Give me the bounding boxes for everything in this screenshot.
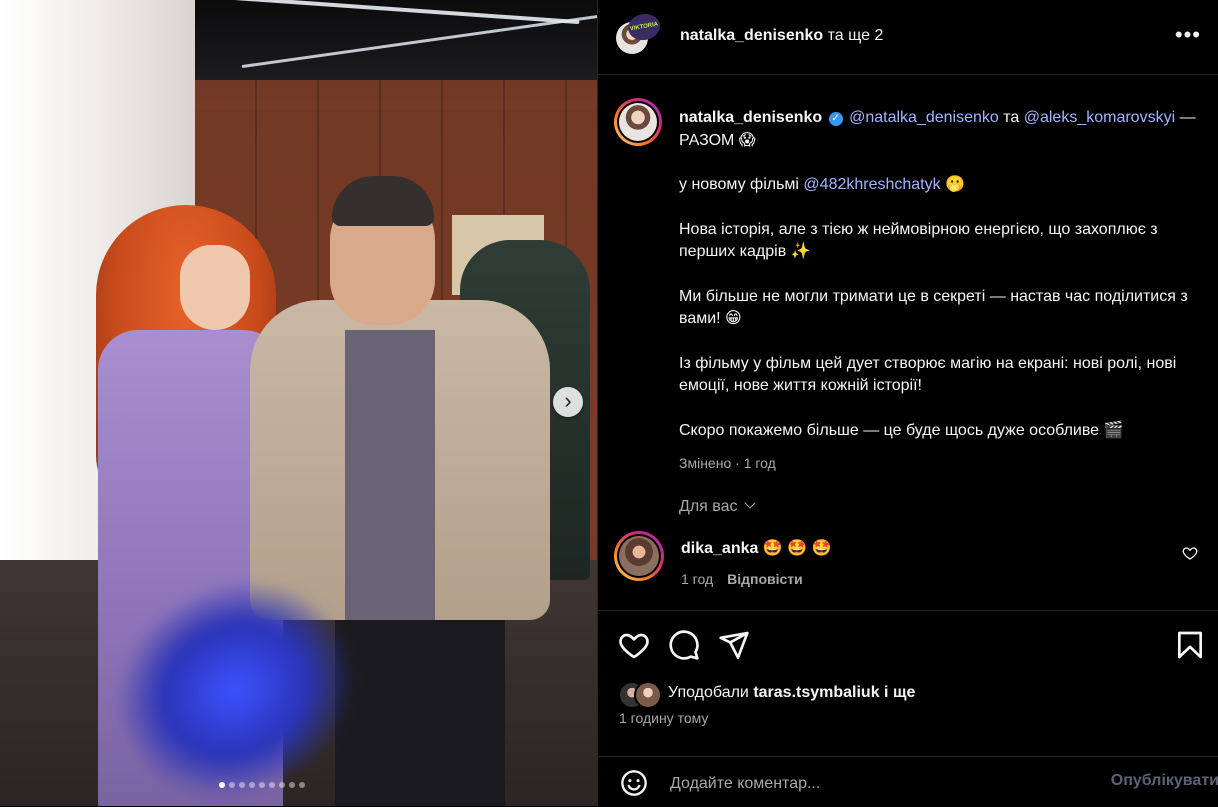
comment-age[interactable]: 1 год [681, 571, 713, 587]
comment-icon[interactable] [668, 629, 700, 661]
caption-emoji: 🫢 [945, 176, 965, 193]
caption-author-avatar[interactable] [614, 98, 662, 146]
likes-others[interactable]: і ще [884, 684, 915, 701]
chevron-down-icon [743, 497, 756, 509]
more-options-button[interactable]: ••• [1175, 22, 1201, 48]
carousel-dot [249, 782, 255, 788]
photo-man-shirt [345, 330, 435, 630]
carousel-dot [299, 782, 305, 788]
edited-label: Змінено [679, 455, 732, 471]
comment-item: dika_anka 🤩 🤩 🤩 1 год Відповісти [614, 531, 1204, 591]
post-photo[interactable]: › [0, 0, 597, 806]
publish-button[interactable]: Опублікувати [1111, 772, 1218, 790]
caption-age[interactable]: 1 год [744, 455, 776, 471]
caption-paragraph: Скоро покажемо більше — це буде щось дуж… [679, 421, 1124, 439]
carousel-dot [229, 782, 235, 788]
co-authors-link[interactable]: та ще 2 [828, 27, 884, 44]
liker-avatar [634, 681, 662, 709]
caption-meta: Змінено · 1 год [679, 452, 1204, 475]
caption-text: natalka_denisenko ✓ @natalka_denisenko т… [679, 107, 1204, 475]
send-icon[interactable] [718, 629, 750, 661]
for-you-dropdown[interactable]: Для вас [679, 497, 756, 516]
post-actions-section: Уподобали taras.tsymbaliuk і ще 1 годину… [598, 610, 1218, 806]
more-horizontal-icon: ••• [1174, 22, 1201, 47]
emoji-icon[interactable] [620, 769, 648, 797]
commenter-avatar[interactable] [614, 531, 664, 581]
caption-text-span: у новому фільмі [679, 176, 799, 193]
caption-paragraph: у новому фільмі @482khreshchatyk 🫢 [679, 174, 1204, 197]
author-username-link[interactable]: natalka_denisenko [680, 27, 823, 44]
caption-paragraph: Нова історія, але з тією ж неймовірною е… [679, 220, 1158, 261]
carousel-dots [219, 782, 305, 788]
caption-and: та [1003, 109, 1020, 126]
add-comment-bar: Опублікувати [598, 756, 1218, 807]
carousel-dot [259, 782, 265, 788]
comment-text: dika_anka 🤩 🤩 🤩 [681, 538, 832, 558]
carousel-dot [289, 782, 295, 788]
carousel-dot [219, 782, 225, 788]
meta-separator: · [735, 455, 740, 471]
caption-username[interactable]: natalka_denisenko [679, 109, 822, 126]
photo-woman-face [180, 245, 250, 330]
mention-link[interactable]: @natalka_denisenko [849, 109, 999, 126]
mention-link[interactable]: @aleks_komarovskyi [1024, 109, 1175, 126]
caption-paragraph: Із фільму у фільм цей дует створює магію… [679, 354, 1177, 395]
reply-button[interactable]: Відповісти [727, 571, 803, 587]
post-side-panel: VIKTORIA natalka_denisenko та ще 2 ••• n… [597, 0, 1218, 806]
commenter-username[interactable]: dika_anka [681, 540, 758, 557]
likes-text: Уподобали taras.tsymbaliuk і ще [668, 684, 915, 702]
carousel-dot [269, 782, 275, 788]
mention-link[interactable]: @482khreshchatyk [803, 176, 940, 193]
post-header: VIKTORIA natalka_denisenko та ще 2 ••• [598, 0, 1218, 75]
post-time[interactable]: 1 годину тому [619, 710, 708, 726]
carousel-next-button[interactable]: › [553, 387, 583, 417]
comment-input[interactable] [668, 769, 1072, 799]
for-you-label: Для вас [679, 498, 738, 515]
verified-badge-icon: ✓ [828, 112, 843, 126]
likes-prefix: Уподобали [668, 684, 749, 701]
carousel-dot [239, 782, 245, 788]
heart-icon[interactable] [618, 629, 650, 661]
bookmark-icon[interactable] [1174, 629, 1206, 661]
comment-meta: 1 год Відповісти [681, 571, 803, 587]
liker-username[interactable]: taras.tsymbaliuk [753, 684, 879, 701]
carousel-dot [279, 782, 285, 788]
post-authors: natalka_denisenko та ще 2 [680, 27, 883, 45]
comment-body: 🤩 🤩 🤩 [762, 540, 832, 557]
chevron-right-icon: › [564, 388, 572, 413]
comment-like-heart-icon[interactable] [1182, 545, 1198, 561]
caption-paragraph: Ми більше не могли тримати це в секреті … [679, 287, 1188, 328]
